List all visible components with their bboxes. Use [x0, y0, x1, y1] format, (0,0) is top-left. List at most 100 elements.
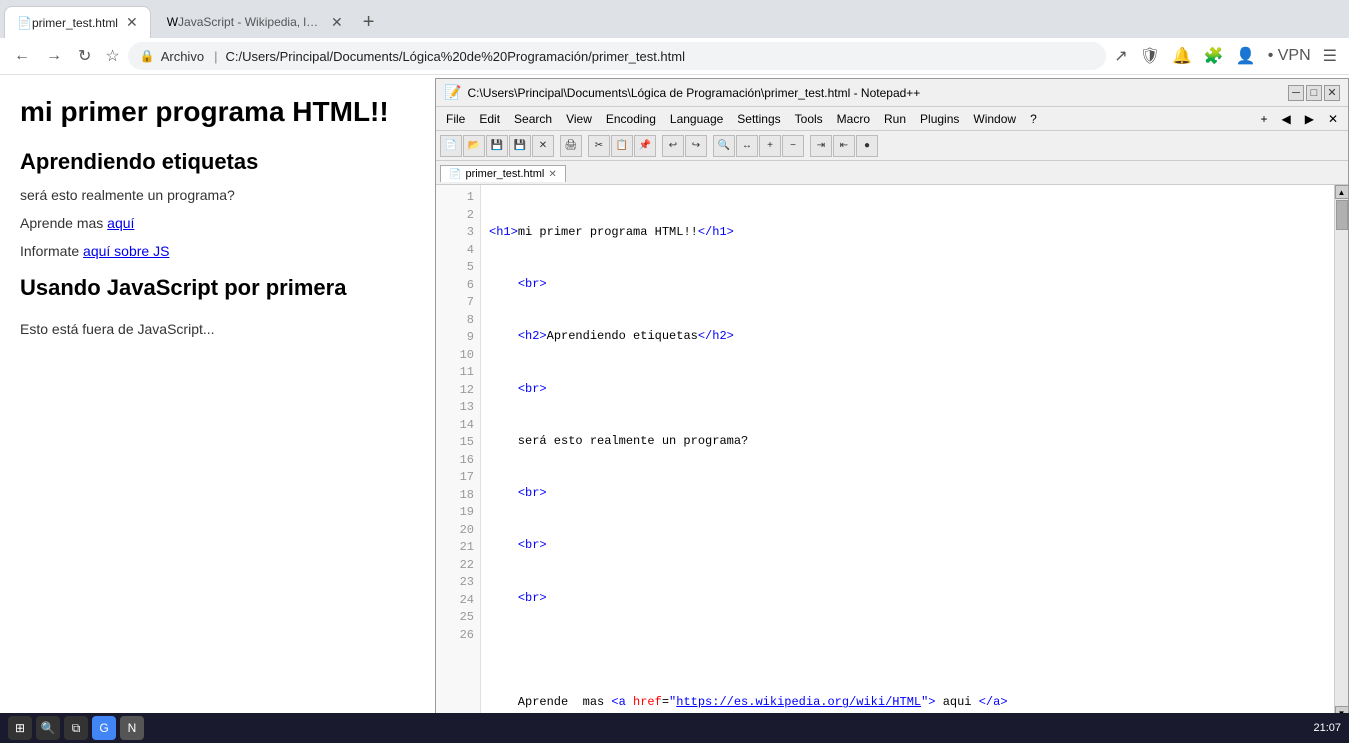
reload-button[interactable]: ↻: [72, 42, 97, 70]
page-para-2-text: Aprende mas: [20, 215, 107, 231]
notepad-tab-icon: 📄: [449, 169, 461, 180]
menu-file[interactable]: File: [440, 110, 471, 128]
line-num-7: 7: [436, 294, 474, 312]
toolbar-print[interactable]: 🖨: [560, 135, 582, 157]
forward-button[interactable]: →: [40, 43, 68, 69]
code-line-1: <h1>mi primer programa HTML!!</h1>: [489, 224, 1326, 242]
taskbar-search-button[interactable]: 🔍: [36, 716, 60, 740]
profile-icon[interactable]: 👤: [1232, 42, 1260, 70]
new-tab-button[interactable]: +: [355, 11, 383, 34]
menu-plugins[interactable]: Plugins: [914, 110, 965, 128]
extensions-icon[interactable]: 🧩: [1200, 42, 1228, 70]
tab-close-1[interactable]: ✕: [126, 14, 138, 31]
toolbar-macro[interactable]: ●: [856, 135, 878, 157]
back-button[interactable]: ←: [8, 43, 36, 69]
toolbar-zoom-in[interactable]: +: [759, 135, 781, 157]
maximize-button[interactable]: □: [1306, 85, 1322, 101]
taskbar-notepad-icon[interactable]: N: [120, 716, 144, 740]
close-button[interactable]: ✕: [1324, 85, 1340, 101]
toolbar-find[interactable]: 🔍: [713, 135, 735, 157]
notepad-tabbar: 📄 primer_test.html ✕: [436, 161, 1348, 185]
page-link-js[interactable]: aquí sobre JS: [83, 243, 169, 259]
scroll-thumb[interactable]: [1336, 200, 1348, 230]
toolbar-save-all[interactable]: 💾: [509, 135, 531, 157]
menu-view[interactable]: View: [560, 110, 598, 128]
code-line-3: <h2>Aprendiendo etiquetas</h2>: [489, 328, 1326, 346]
code-line-7: <br>: [489, 537, 1326, 555]
menu-window[interactable]: Window: [967, 110, 1022, 128]
line-num-9: 9: [436, 329, 474, 347]
menu-run[interactable]: Run: [878, 110, 912, 128]
notepad-tab-close[interactable]: ✕: [548, 169, 556, 180]
taskbar-start-button[interactable]: ⊞: [8, 716, 32, 740]
line-num-2: 2: [436, 207, 474, 225]
code-line-6: <br>: [489, 485, 1326, 503]
code-line-10: Aprende mas <a href="https://es.wikipedi…: [489, 694, 1326, 712]
code-line-9: [489, 642, 1326, 660]
menu-close-tab[interactable]: ✕: [1322, 110, 1344, 128]
tab-primer-test[interactable]: 📄 primer_test.html ✕: [4, 6, 151, 38]
browser-chrome: 📄 primer_test.html ✕ W JavaScript - Wiki…: [0, 0, 1349, 75]
menu-help[interactable]: ?: [1024, 110, 1043, 128]
toolbar-new[interactable]: 📄: [440, 135, 462, 157]
new-window-button[interactable]: +: [1254, 110, 1273, 128]
toolbar-indent[interactable]: ⇥: [810, 135, 832, 157]
tab-close-2[interactable]: ✕: [331, 14, 343, 31]
line-num-1: 1: [436, 189, 474, 207]
code-line-4: <br>: [489, 381, 1326, 399]
vertical-scrollbar[interactable]: ▲ ▼: [1334, 185, 1348, 720]
menu-encoding[interactable]: Encoding: [600, 110, 662, 128]
line-num-17: 17: [436, 469, 474, 487]
notepad-editor-area: 1 2 3 4 5 6 7 8 9 10 11 12 13 14 15 16 1…: [436, 185, 1348, 720]
page-heading-1: mi primer programa HTML!!: [20, 95, 415, 129]
line-num-23: 23: [436, 574, 474, 592]
page-link-html[interactable]: aquí: [107, 215, 134, 231]
menu-language[interactable]: Language: [664, 110, 729, 128]
taskbar-chrome-icon[interactable]: G: [92, 716, 116, 740]
share-button[interactable]: ↗: [1110, 42, 1131, 70]
notepad-tab-title: primer_test.html: [465, 168, 544, 180]
menu-search[interactable]: Search: [508, 110, 558, 128]
code-line-8: <br>: [489, 590, 1326, 608]
toolbar-open[interactable]: 📂: [463, 135, 485, 157]
toolbar-paste[interactable]: 📌: [634, 135, 656, 157]
page-heading-3: Usando JavaScript por primera: [20, 275, 415, 301]
code-editor[interactable]: <h1>mi primer programa HTML!!</h1> <br> …: [481, 185, 1334, 720]
line-num-3: 3: [436, 224, 474, 242]
notification-icon[interactable]: 🔔: [1168, 42, 1196, 70]
vpn-button[interactable]: • VPN: [1264, 43, 1315, 69]
toolbar-save[interactable]: 💾: [486, 135, 508, 157]
menu-icon[interactable]: ☰: [1319, 42, 1341, 70]
tab-wiki-icon: W: [167, 15, 178, 29]
scroll-up-button[interactable]: ▲: [1335, 185, 1349, 199]
tab-wikipedia[interactable]: W JavaScript - Wikipedia, la enciclopedi…: [155, 6, 355, 38]
line-num-19: 19: [436, 504, 474, 522]
toolbar-replace[interactable]: ↔: [736, 135, 758, 157]
nav-bar: ← → ↻ ☆ 🔒 Archivo | C:/Users/Principal/D…: [0, 38, 1349, 75]
line-num-8: 8: [436, 312, 474, 330]
menu-scroll-right[interactable]: ▶: [1299, 110, 1320, 128]
menu-scroll-left[interactable]: ◀: [1275, 110, 1296, 128]
address-bar[interactable]: 🔒 Archivo | C:/Users/Principal/Documents…: [128, 42, 1106, 70]
scroll-track[interactable]: [1335, 199, 1349, 706]
toolbar-copy[interactable]: 📋: [611, 135, 633, 157]
toolbar-redo[interactable]: ↪: [685, 135, 707, 157]
notepad-file-tab[interactable]: 📄 primer_test.html ✕: [440, 165, 566, 182]
taskbar-task-view[interactable]: ⧉: [64, 716, 88, 740]
notepad-titlebar: 📝 C:\Users\Principal\Documents\Lógica de…: [436, 79, 1348, 107]
page-heading-2: Aprendiendo etiquetas: [20, 149, 415, 175]
toolbar-zoom-out[interactable]: −: [782, 135, 804, 157]
minimize-button[interactable]: ─: [1288, 85, 1304, 101]
menu-macro[interactable]: Macro: [831, 110, 876, 128]
toolbar-outdent[interactable]: ⇤: [833, 135, 855, 157]
menu-settings[interactable]: Settings: [731, 110, 786, 128]
toolbar-undo[interactable]: ↩: [662, 135, 684, 157]
menu-tools[interactable]: Tools: [789, 110, 829, 128]
code-line-5: será esto realmente un programa?: [489, 433, 1326, 451]
shield-icon[interactable]: 🛡: [1136, 42, 1164, 70]
line-num-11: 11: [436, 364, 474, 382]
toolbar-cut[interactable]: ✂: [588, 135, 610, 157]
page-content: mi primer programa HTML!! Aprendiendo et…: [0, 75, 435, 743]
toolbar-close[interactable]: ✕: [532, 135, 554, 157]
menu-edit[interactable]: Edit: [473, 110, 506, 128]
